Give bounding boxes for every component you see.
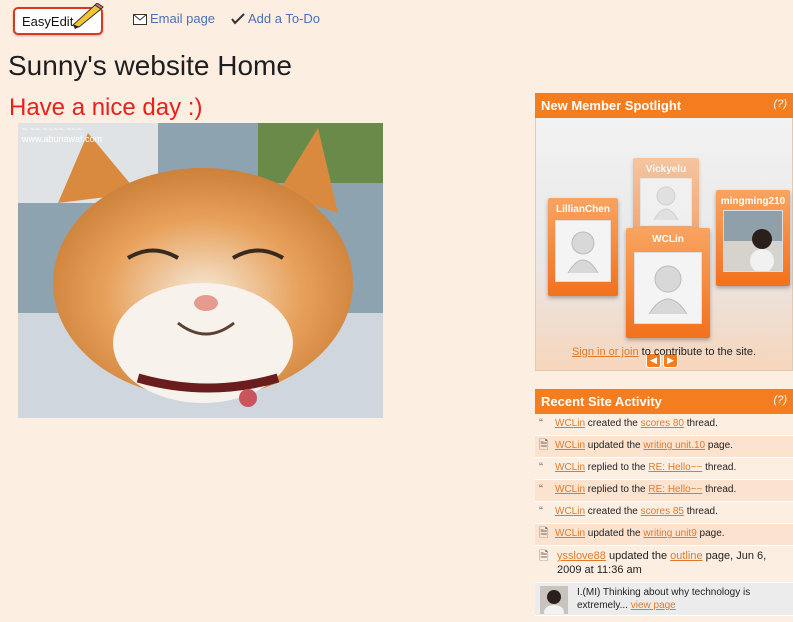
activity-item: 🗎 WCLin updated the writing unit9 page. [535,524,793,546]
avatar [540,586,568,614]
activity-header: Recent Site Activity (?) [535,389,793,414]
add-todo-label: Add a To-Do [248,11,321,26]
activity-item: “WCLin created the scores 85 thread. [535,502,793,524]
default-avatar-icon [555,220,611,282]
easyedit-button[interactable]: EasyEdit [13,3,104,35]
envelope-icon [133,14,147,25]
image-watermark: ~ ~~ ~~~~ ~~~ www.abunawaf.com [22,124,103,144]
page-icon: 🗎 [539,549,549,563]
quote-icon: “ [539,504,543,518]
easyedit-label: EasyEdit [22,14,74,29]
spotlight-carousel: Vickyelu LillianChen WCLin mingming210 ◀… [535,118,793,371]
activity-item: “WCLin replied to the RE: Hello~~ thread… [535,480,793,502]
member-card-lillianchen[interactable]: LillianChen [548,198,618,296]
member-card-mingming210[interactable]: mingming210 [716,190,790,286]
quote-icon: “ [539,482,543,496]
member-spotlight-panel: New Member Spotlight (?) Vickyelu Lillia… [535,93,793,371]
pencil-icon [72,3,104,29]
activity-item: “WCLin replied to the RE: Hello~~ thread… [535,458,793,480]
email-page-label: Email page [150,11,216,26]
member-card-wclin[interactable]: WCLin [626,228,710,338]
activity-item: “WCLin created the scores 80 thread. [535,414,793,436]
default-avatar-icon [639,178,693,226]
activity-help-link[interactable]: (?) [774,394,787,406]
view-page-link[interactable]: view page [631,600,676,611]
add-todo-link[interactable]: Add a To-Do [231,11,320,26]
spotlight-title: New Member Spotlight [541,98,682,113]
email-page-link[interactable]: Email page [133,11,215,26]
check-pencil-icon [231,13,245,25]
quote-icon: “ [539,416,543,430]
smiling-cat-image [18,123,383,418]
member-photo [723,210,783,272]
greeting-text: Have a nice day :) [9,94,203,121]
quote-icon: “ [539,460,543,474]
spotlight-help-link[interactable]: (?) [774,98,787,110]
page-icon: 🗎 [539,526,549,540]
activity-item-update: I.(MI) Thinking about why technology is … [535,583,793,616]
activity-title: Recent Site Activity [541,394,662,409]
contribute-text: Sign in or join to contribute to the sit… [571,346,757,358]
default-avatar-icon [634,252,702,324]
activity-item: 🗎 WCLin updated the writing unit.10 page. [535,436,793,458]
recent-activity-panel: Recent Site Activity (?) “WCLin created … [535,389,793,622]
top-toolbar: EasyEdit Email page Add a To-Do [0,0,793,40]
page-title: Sunny's website Home [8,50,292,81]
spotlight-header: New Member Spotlight (?) [535,93,793,118]
sign-in-link[interactable]: Sign in or join [572,346,639,358]
activity-list: “WCLin created the scores 80 thread. 🗎 WC… [535,414,793,616]
member-card-vickyelu[interactable]: Vickyelu [633,158,699,236]
page-icon: 🗎 [539,438,549,452]
activity-item: 🗎 ysslove88 updated the outline page, Jun… [535,546,793,583]
